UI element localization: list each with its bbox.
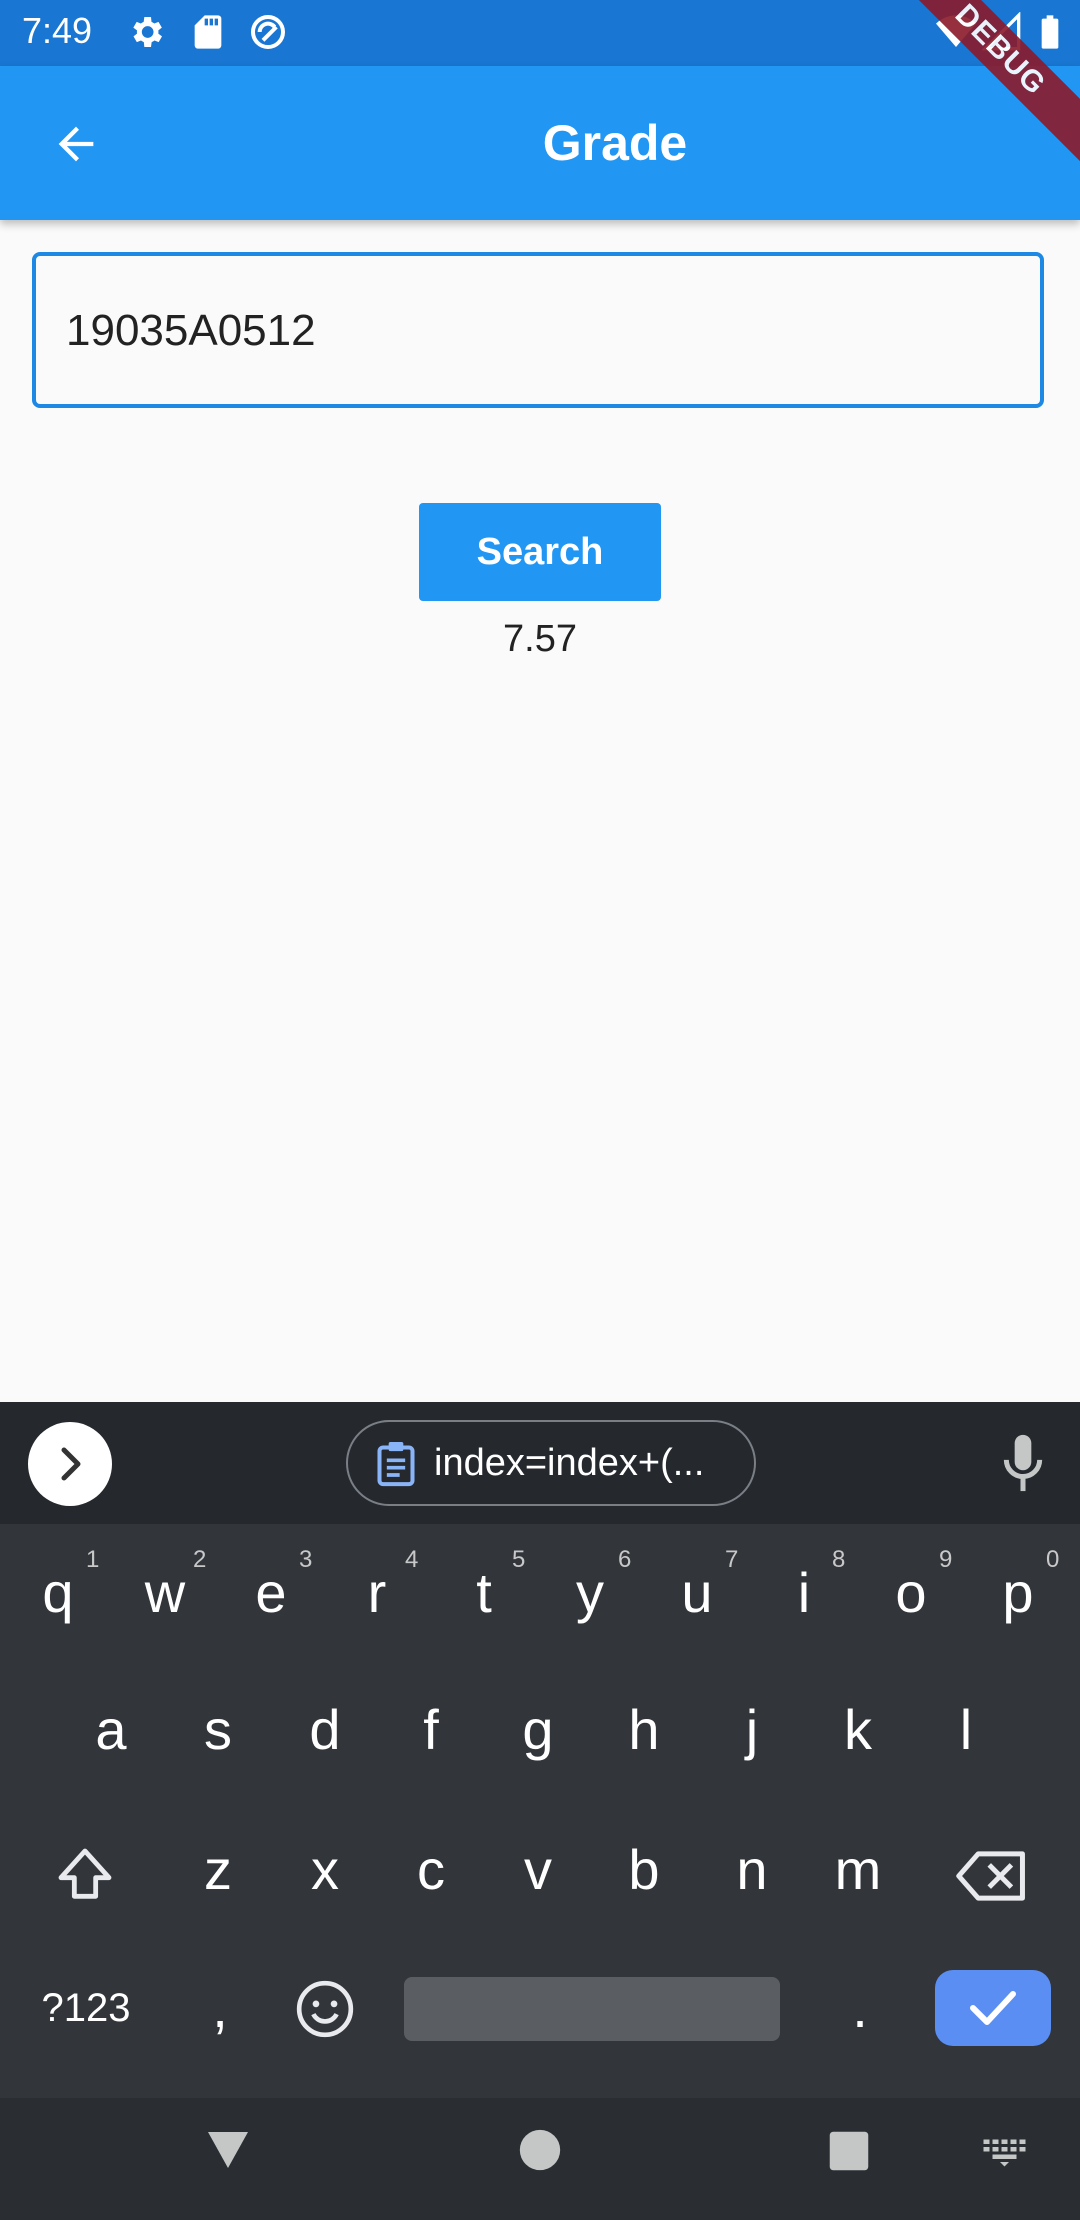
page-title: Grade: [542, 115, 688, 171]
check-icon: [970, 1991, 1016, 2025]
battery-icon: [1041, 15, 1059, 49]
status-time: 7:49: [22, 10, 93, 51]
key-c[interactable]: c: [381, 1830, 481, 1910]
keyboard-switch-icon[interactable]: [982, 2138, 1030, 2168]
key-hint-6: 6: [618, 1546, 632, 1573]
key-a[interactable]: a: [61, 1690, 161, 1770]
key-b[interactable]: b: [594, 1830, 694, 1910]
key-f[interactable]: f: [381, 1690, 481, 1770]
period-key[interactable]: .: [810, 1968, 910, 2048]
key-hint-2: 2: [193, 1546, 207, 1573]
key-g[interactable]: g: [488, 1690, 588, 1770]
key-hint-9: 9: [939, 1546, 953, 1573]
symbols-key[interactable]: ?123: [36, 1968, 136, 2048]
backspace-icon[interactable]: [956, 1848, 1028, 1904]
chevron-right-icon: [61, 1447, 81, 1481]
status-bar: 7:49: [0, 0, 1080, 66]
key-x[interactable]: x: [275, 1830, 375, 1910]
key-hint-7: 7: [725, 1546, 739, 1573]
system-nav-bar: [0, 2098, 1080, 2220]
done-key[interactable]: [935, 1970, 1051, 2046]
key-l[interactable]: l: [916, 1690, 1016, 1770]
key-hint-3: 3: [299, 1546, 313, 1573]
roll-number-input[interactable]: [64, 300, 968, 362]
key-n[interactable]: n: [702, 1830, 802, 1910]
key-d[interactable]: d: [275, 1690, 375, 1770]
nav-recents-icon[interactable]: [828, 2130, 870, 2172]
key-hint-0: 0: [1046, 1546, 1060, 1573]
roll-number-field[interactable]: [32, 252, 1044, 408]
app-bar: Grade: [0, 66, 1080, 220]
key-s[interactable]: s: [168, 1690, 268, 1770]
clipboard-suggestion-chip[interactable]: index=index+(...: [346, 1420, 756, 1506]
key-hint-4: 4: [405, 1546, 419, 1573]
clipboard-icon: [377, 1442, 415, 1487]
grade-result: 7.57: [503, 618, 577, 660]
key-hint-1: 1: [86, 1546, 100, 1573]
key-hint-5: 5: [512, 1546, 526, 1573]
key-h[interactable]: h: [594, 1690, 694, 1770]
key-j[interactable]: j: [702, 1690, 802, 1770]
search-button[interactable]: Search: [419, 503, 661, 601]
emoji-icon[interactable]: [294, 1978, 356, 2040]
sync-icon: [251, 15, 285, 49]
comma-key[interactable]: ,: [170, 1968, 270, 2048]
key-hint-8: 8: [832, 1546, 846, 1573]
key-k[interactable]: k: [808, 1690, 908, 1770]
key-m[interactable]: m: [808, 1830, 908, 1910]
nav-back-icon[interactable]: [204, 2128, 252, 2172]
clipboard-suggestion-text: index=index+(...: [434, 1442, 705, 1484]
microphone-icon[interactable]: [998, 1432, 1048, 1496]
shift-icon[interactable]: [52, 1843, 118, 1907]
expand-toolbar-button[interactable]: [28, 1422, 112, 1506]
suggestion-strip: index=index+(...: [0, 1402, 1080, 1524]
sd-card-icon: [194, 15, 222, 49]
space-bar[interactable]: [404, 1977, 780, 2041]
key-z[interactable]: z: [168, 1830, 268, 1910]
nav-home-icon[interactable]: [518, 2128, 562, 2172]
gear-icon: [133, 17, 162, 47]
key-v[interactable]: v: [488, 1830, 588, 1910]
